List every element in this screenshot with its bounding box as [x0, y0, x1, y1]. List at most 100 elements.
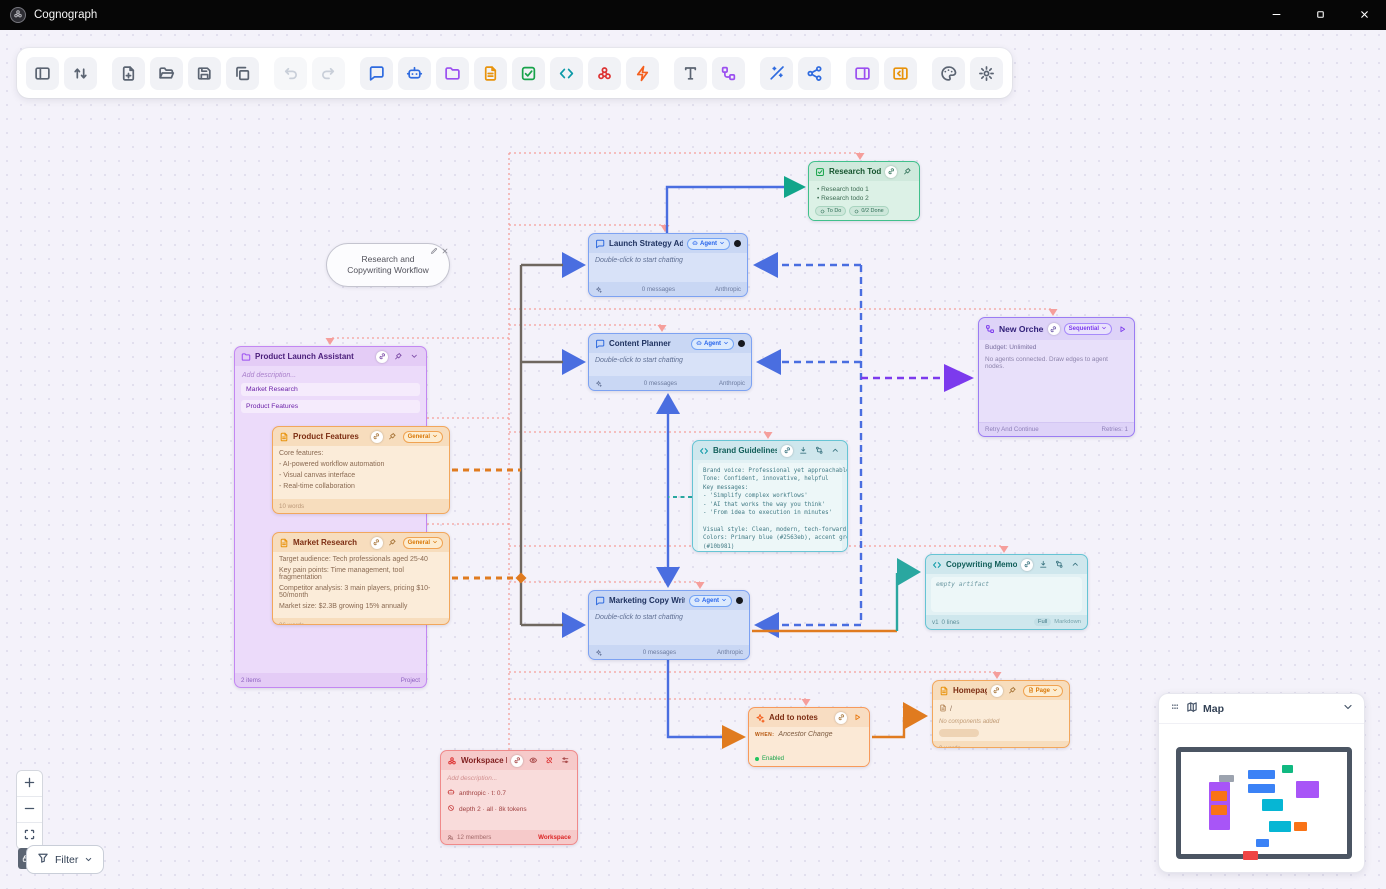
strategy-badge[interactable]: Sequential: [1064, 323, 1112, 335]
node-research-todos[interactable]: Research Todos Research todo 1Research t…: [808, 161, 920, 221]
drag-handle-icon[interactable]: [1169, 700, 1181, 718]
window-minimize-button[interactable]: [1254, 0, 1298, 30]
agent-badge[interactable]: Agent: [691, 338, 734, 350]
link-icon[interactable]: [1021, 559, 1033, 571]
toolbar-settings-button[interactable]: [970, 57, 1003, 90]
toolbar-collapse-panel-button[interactable]: [884, 57, 917, 90]
toolbar-sort-button[interactable]: [64, 57, 97, 90]
toolbar-add-workspace-node-button[interactable]: [588, 57, 621, 90]
toolbar-theme-button[interactable]: [932, 57, 965, 90]
download-icon[interactable]: [797, 445, 809, 457]
link-icon[interactable]: [781, 445, 793, 457]
zoom-in-button[interactable]: [17, 771, 42, 797]
zoom-out-button[interactable]: [17, 797, 42, 823]
toolbar-add-orchestrator-node-button[interactable]: [712, 57, 745, 90]
toolbar-add-note-node-button[interactable]: [474, 57, 507, 90]
model-indicator-dot[interactable]: [734, 240, 741, 247]
chevron-up-icon[interactable]: [829, 445, 841, 457]
node-marketing-copy-writer[interactable]: Marketing Copy Writer Agent Double-click…: [588, 590, 750, 660]
model-indicator-dot[interactable]: [736, 597, 743, 604]
toolbar-duplicate-button[interactable]: [226, 57, 259, 90]
sliders-icon[interactable]: [559, 755, 571, 767]
node-product-launch-assistant[interactable]: Product Launch Assistant Add description…: [234, 346, 427, 688]
window-maximize-button[interactable]: [1298, 0, 1342, 30]
download-icon[interactable]: [1037, 559, 1049, 571]
format-button[interactable]: Markdown: [1054, 619, 1081, 625]
description-placeholder[interactable]: Add description...: [447, 775, 571, 782]
toolbar-redo-button[interactable]: [312, 57, 345, 90]
pin-icon[interactable]: [1007, 685, 1019, 697]
description-placeholder[interactable]: Add description...: [242, 372, 420, 379]
model-indicator-dot[interactable]: [738, 340, 745, 347]
sparkles-icon[interactable]: [595, 286, 602, 293]
chevron-down-icon[interactable]: [1342, 700, 1354, 718]
project-child-item[interactable]: Market Research: [241, 383, 420, 396]
toolbar-save-button[interactable]: [188, 57, 221, 90]
diff-icon[interactable]: [813, 445, 825, 457]
node-homepage-copy[interactable]: Homepage Copy Page / No components added…: [932, 680, 1070, 748]
project-child-item[interactable]: Product Features: [241, 400, 420, 413]
link-icon[interactable]: [511, 755, 523, 767]
agent-badge[interactable]: Agent: [687, 238, 730, 250]
node-market-research[interactable]: Market Research General Target audience:…: [272, 532, 450, 625]
sparkles-icon[interactable]: [595, 649, 602, 656]
diff-icon[interactable]: [1053, 559, 1065, 571]
toolbar-add-todo-node-button[interactable]: [512, 57, 545, 90]
toolbar-add-agent-node-button[interactable]: [398, 57, 431, 90]
toolbar-undo-button[interactable]: [274, 57, 307, 90]
toolbar-toggle-sidebar-button[interactable]: [26, 57, 59, 90]
toolbar-add-automation-node-button[interactable]: [626, 57, 659, 90]
toolbar-new-file-button[interactable]: [112, 57, 145, 90]
filter-button[interactable]: Filter: [26, 845, 104, 874]
todo-status-chip[interactable]: 0/2 Done: [849, 206, 888, 216]
toolbar-open-button[interactable]: [150, 57, 183, 90]
node-new-orchestrator[interactable]: New Orchestrator Sequential Budget: Unli…: [978, 317, 1135, 437]
link-icon[interactable]: [376, 351, 388, 363]
toolbar-add-project-node-button[interactable]: [436, 57, 469, 90]
link-icon[interactable]: [835, 712, 847, 724]
toolbar-add-artifact-node-button[interactable]: [550, 57, 583, 90]
node-content-planner[interactable]: Content Planner Agent Double-click to st…: [588, 333, 752, 391]
toolbar-add-text-button[interactable]: [674, 57, 707, 90]
link-icon[interactable]: [371, 537, 383, 549]
toolbar-ai-assist-button[interactable]: [760, 57, 793, 90]
edit-label-icon[interactable]: [430, 242, 438, 260]
node-add-to-notes[interactable]: Add to notes WHEN: Ancestor Change Enabl…: [748, 707, 870, 767]
chevron-up-icon[interactable]: [1069, 559, 1081, 571]
todo-status-chip[interactable]: To Do: [815, 206, 846, 216]
toolbar-add-chat-node-button[interactable]: [360, 57, 393, 90]
node-workspace-rules[interactable]: Workspace Rules Add description... anthr…: [440, 750, 578, 845]
link-icon[interactable]: [371, 431, 383, 443]
full-view-button[interactable]: Full: [1034, 618, 1051, 626]
message-count: 0 messages: [605, 286, 712, 293]
link-icon[interactable]: [991, 685, 1003, 697]
node-copywriting-memory[interactable]: Copywriting Memory empty artifact v1 0 l…: [925, 554, 1088, 630]
toolbar-share-button[interactable]: [798, 57, 831, 90]
window-close-button[interactable]: [1342, 0, 1386, 30]
pin-icon[interactable]: [392, 351, 404, 363]
eye-icon[interactable]: [527, 755, 539, 767]
todo-item[interactable]: Research todo 2: [817, 195, 913, 202]
pin-icon[interactable]: [387, 431, 399, 443]
note-type-badge[interactable]: Page: [1023, 685, 1063, 697]
todo-item[interactable]: Research todo 1: [817, 186, 913, 193]
sparkles-icon[interactable]: [595, 380, 602, 387]
node-brand-guidelines[interactable]: Brand Guidelines Brand voice: Profession…: [692, 440, 848, 552]
node-launch-strategy-advisor[interactable]: Launch Strategy Advisor Agent Double-cli…: [588, 233, 748, 297]
component-placeholder[interactable]: [939, 729, 979, 737]
note-type-badge[interactable]: General: [403, 537, 443, 549]
note-type-badge[interactable]: General: [403, 431, 443, 443]
chevron-down-icon[interactable]: [408, 351, 420, 363]
unlink-icon[interactable]: [543, 755, 555, 767]
agent-badge[interactable]: Agent: [689, 595, 732, 607]
run-icon[interactable]: [1116, 323, 1128, 335]
link-icon[interactable]: [1048, 323, 1060, 335]
run-icon[interactable]: [851, 712, 863, 724]
link-icon[interactable]: [885, 166, 897, 178]
pin-icon[interactable]: [901, 166, 913, 178]
node-product-features[interactable]: Product Features General Core features:-…: [272, 426, 450, 514]
pin-icon[interactable]: [387, 537, 399, 549]
minimap-canvas[interactable]: [1159, 724, 1364, 873]
toolbar-toggle-right-panel-button[interactable]: [846, 57, 879, 90]
delete-label-icon[interactable]: [441, 242, 449, 260]
